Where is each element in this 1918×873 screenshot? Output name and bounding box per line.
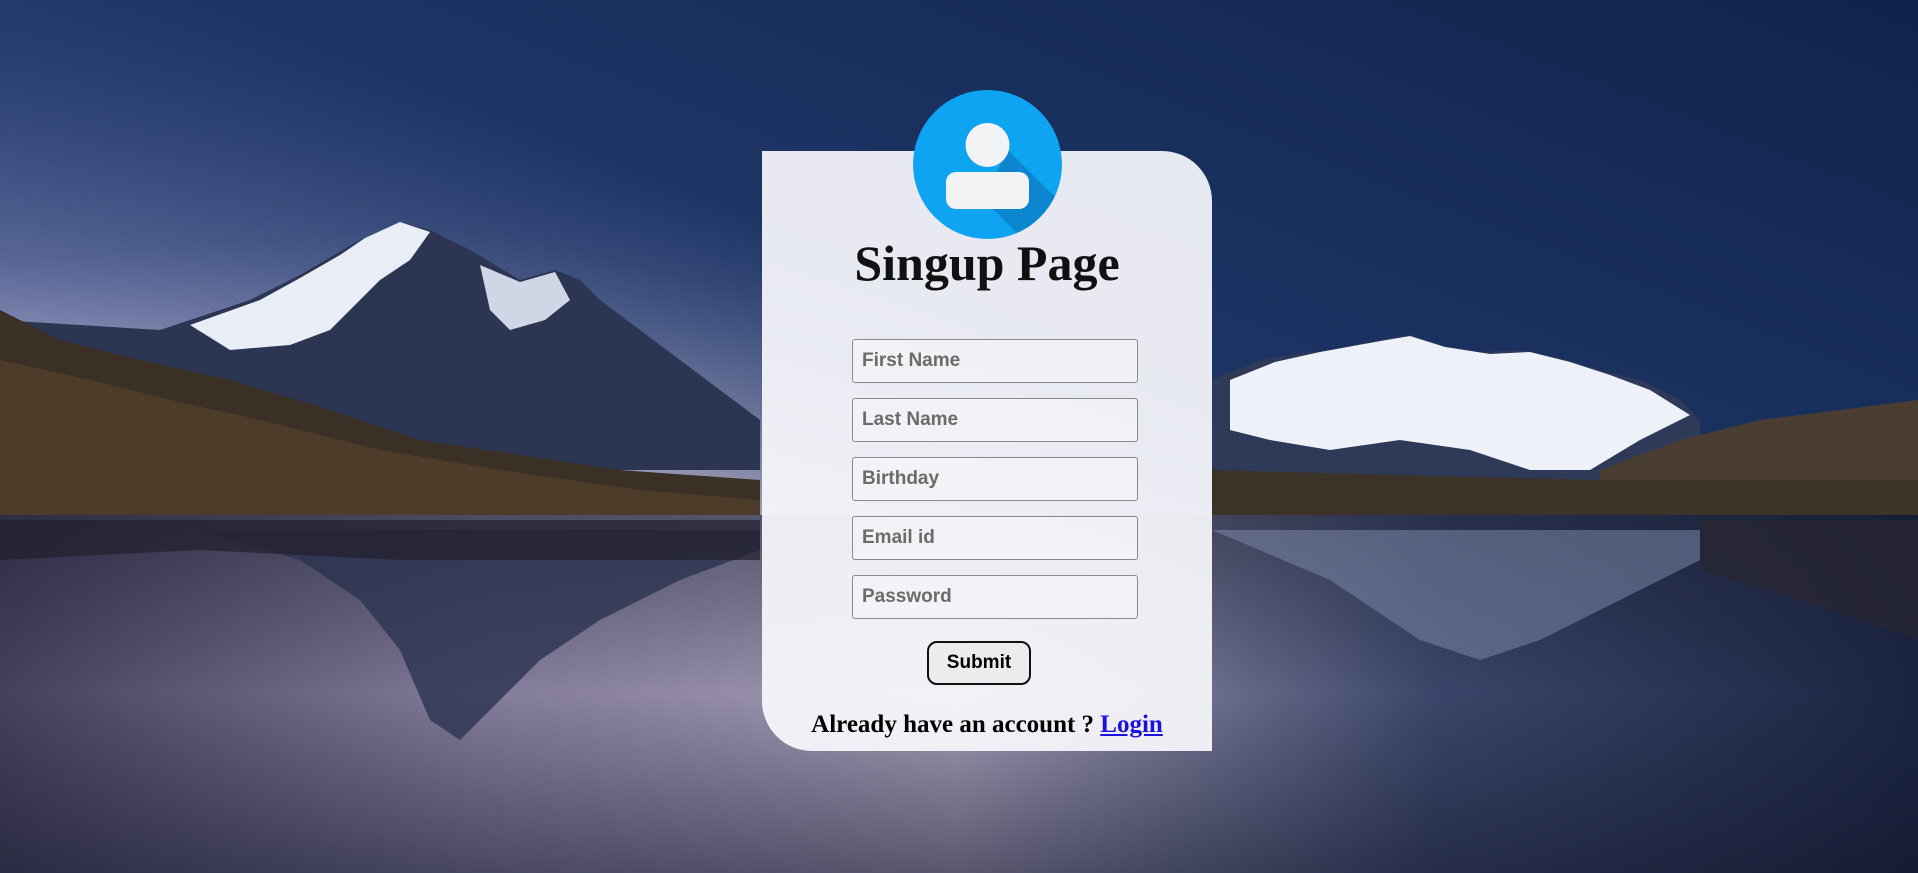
first-name-input[interactable] bbox=[852, 339, 1138, 383]
login-link[interactable]: Login bbox=[1100, 711, 1163, 738]
user-icon bbox=[946, 123, 1062, 239]
password-input[interactable] bbox=[852, 575, 1138, 619]
login-prompt: Already have an account ? Login bbox=[762, 708, 1212, 742]
email-input[interactable] bbox=[852, 516, 1138, 560]
login-prompt-text: Already have an account ? bbox=[811, 711, 1101, 738]
page-title: Singup Page bbox=[854, 235, 1120, 291]
submit-button[interactable]: Submit bbox=[927, 641, 1031, 685]
birthday-input[interactable] bbox=[852, 457, 1138, 501]
last-name-input[interactable] bbox=[852, 398, 1138, 442]
avatar bbox=[913, 90, 1062, 239]
